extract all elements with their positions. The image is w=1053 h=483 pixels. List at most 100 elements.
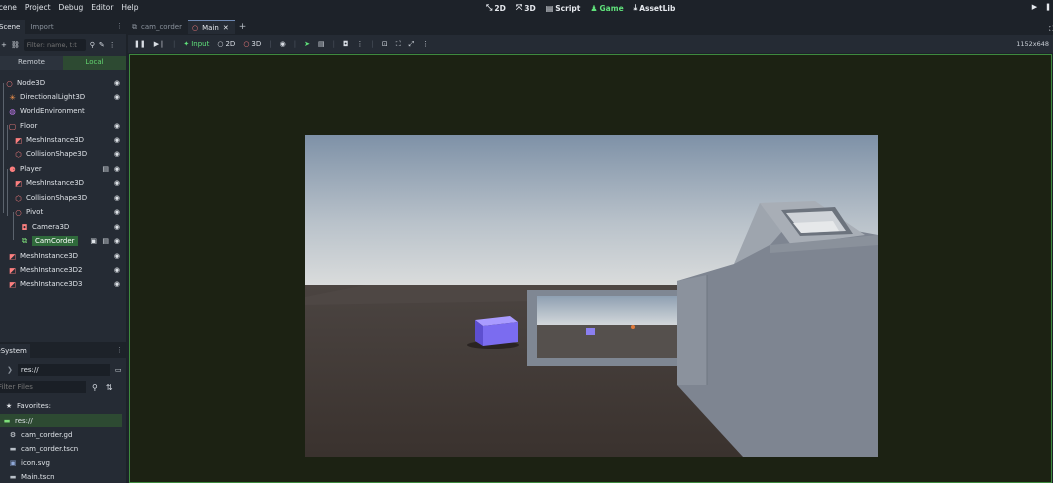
light-icon: ✳ (9, 92, 16, 102)
more-options-icon[interactable]: ⋮ (357, 40, 364, 48)
menu-help[interactable]: Help (121, 3, 138, 12)
link-icon[interactable]: ⛓ (11, 41, 20, 49)
select-2d-toggle[interactable]: ○ 2D (217, 40, 235, 48)
pause-icon[interactable]: ❚❚ (134, 40, 146, 48)
tree-node[interactable]: ○ Pivot ◉ (0, 205, 126, 219)
mode-game-button[interactable]: ♟ Game (590, 3, 623, 13)
tree-node[interactable]: ◩ MeshInstance3D3 ◉ (0, 277, 126, 291)
next-frame-icon[interactable]: ▶❘ (154, 40, 165, 48)
visibility-icon[interactable]: ◉ (280, 40, 286, 48)
visibility-icon[interactable]: ◉ (114, 252, 120, 260)
menu-scene[interactable]: Scene (0, 3, 17, 12)
script-icon[interactable]: ▤ (102, 237, 109, 245)
input-toggle[interactable]: ✦ Input (183, 40, 209, 48)
filter-files-input[interactable] (0, 381, 86, 393)
pause-icon[interactable]: ❚ (1045, 3, 1051, 11)
select-3d-toggle[interactable]: ○ 3D (243, 40, 261, 48)
dock-options-icon[interactable]: ⋮ (116, 346, 123, 354)
tree-node[interactable]: ◩ MeshInstance3D ◉ (0, 133, 126, 147)
run-controls: ▶ ❚ (1032, 3, 1051, 11)
visibility-icon[interactable]: ◉ (114, 266, 120, 274)
file-item-res[interactable]: ▬ res:// (0, 414, 122, 427)
game-render[interactable] (305, 135, 878, 457)
visibility-icon[interactable]: ◉ (114, 179, 120, 187)
collision-icon: ⬡ (15, 149, 22, 159)
visibility-icon[interactable]: ◉ (114, 223, 120, 231)
mode-3d-button[interactable]: ⤧ 3D (516, 3, 536, 13)
split-view-icon[interactable]: ▭ (115, 366, 122, 374)
mode-script-button[interactable]: ▤ Script (546, 3, 581, 13)
scene-toolbar: + ⛓ ⚲ ✎ ⋮ (0, 38, 126, 52)
more-options-icon[interactable]: ⋮ (109, 41, 116, 49)
file-item[interactable]: ▬ Main.tscn (0, 470, 126, 483)
tree-node[interactable]: ⬡ CollisionShape3D ◉ (0, 191, 126, 205)
fixed-size-icon[interactable]: ⊡ (382, 40, 388, 48)
filesystem-filter-bar: ⚲ ⇅ (0, 380, 126, 394)
tab-filesystem[interactable]: FileSystem (0, 344, 30, 358)
tree-node[interactable]: ◩ MeshInstance3D ◉ (0, 176, 126, 190)
filesystem-dock: FileSystem ⋮ ❯ ▭ ⚲ ⇅ ★ Favorites: ▬ res:… (0, 344, 126, 483)
node3d-icon: ○ (15, 207, 22, 217)
select-cursor-icon[interactable]: ➤ (304, 40, 310, 48)
resolution-label: 1152x648 (1016, 40, 1049, 48)
tree-node[interactable]: ◩ MeshInstance3D ◉ (0, 249, 126, 263)
image-file-icon: ▣ (9, 458, 17, 467)
scene-instance-icon[interactable]: ▣ (90, 237, 97, 245)
tree-node[interactable]: ◩ MeshInstance3D2 ◉ (0, 263, 126, 277)
scene-filter-input[interactable] (23, 39, 86, 51)
path-input[interactable] (17, 363, 110, 376)
2d-icon: ⤡ (486, 3, 493, 12)
visibility-icon[interactable]: ◉ (114, 208, 120, 216)
file-item[interactable]: ▣ icon.svg (0, 456, 126, 469)
keep-aspect-icon[interactable]: ⛶ (396, 40, 401, 49)
fullscreen-icon[interactable]: ⛶ (1049, 25, 1053, 34)
tab-scene[interactable]: Scene (0, 20, 26, 34)
tree-node-selected[interactable]: ⧉ CamCorder ▣ ▤ ◉ (0, 234, 126, 248)
add-node-icon[interactable]: + (1, 41, 7, 49)
camera-override-icon[interactable]: ◘ (343, 40, 349, 48)
menu-debug[interactable]: Debug (59, 3, 84, 12)
game-viewport[interactable]: ⛶ (129, 25, 1053, 483)
visibility-icon[interactable]: ◉ (114, 93, 120, 101)
stretch-icon[interactable]: ⤢ (409, 40, 415, 49)
visibility-icon[interactable]: ◉ (114, 136, 120, 144)
tab-import[interactable]: Import (25, 20, 58, 34)
tree-node[interactable]: ✳ DirectionalLight3D ◉ (0, 90, 126, 104)
embed-options-icon[interactable]: ⋮ (422, 40, 429, 48)
visibility-icon[interactable]: ◉ (114, 79, 120, 87)
file-item[interactable]: ▬ cam_corder.tscn (0, 442, 126, 455)
visibility-icon[interactable]: ◉ (114, 194, 120, 202)
sort-icon[interactable]: ⇅ (106, 383, 113, 392)
file-item[interactable]: ⚙ cam_corder.gd (0, 428, 126, 441)
menu-editor[interactable]: Editor (91, 3, 113, 12)
script-icon[interactable]: ▤ (102, 165, 109, 173)
tab-main[interactable]: ○ Main ✕ (187, 20, 235, 34)
tree-node[interactable]: ○ Node3D ◉ (0, 76, 126, 90)
forward-icon[interactable]: ❯ (0, 366, 13, 374)
tree-node[interactable]: ⚈ Player ▤ ◉ (0, 162, 126, 176)
visibility-icon[interactable]: ◉ (114, 237, 120, 245)
menu-project[interactable]: Project (25, 3, 51, 12)
close-icon[interactable]: ✕ (223, 24, 229, 34)
remote-tab[interactable]: Remote (0, 56, 63, 70)
mode-assetlib-button[interactable]: ⤓ AssetLib (634, 3, 676, 13)
mesh-icon: ◩ (8, 251, 17, 261)
dock-options-icon[interactable]: ⋮ (116, 22, 123, 30)
tree-node[interactable]: ◍ WorldEnvironment (0, 104, 126, 118)
mode-2d-button[interactable]: ⤡ 2D (486, 3, 506, 13)
body-icon: ⚈ (9, 164, 16, 174)
tree-node[interactable]: ◘ Camera3D ◉ (0, 220, 126, 234)
local-tab[interactable]: Local (63, 56, 126, 70)
visibility-icon[interactable]: ◉ (114, 122, 120, 130)
list-select-icon[interactable]: ▤ (318, 40, 325, 48)
tree-node[interactable]: ⬡ CollisionShape3D ◉ (0, 147, 126, 161)
tab-cam-corder[interactable]: ⧉ cam_corder (128, 20, 188, 34)
tree-node[interactable]: ▢ Floor ◉ (0, 119, 126, 133)
visibility-icon[interactable]: ◉ (114, 280, 120, 288)
attach-script-icon[interactable]: ✎ (99, 41, 105, 49)
play-icon[interactable]: ▶ (1032, 3, 1037, 11)
visibility-icon[interactable]: ◉ (114, 150, 120, 158)
search-icon: ⚲ (92, 382, 98, 392)
add-tab-icon[interactable]: + (235, 22, 247, 32)
visibility-icon[interactable]: ◉ (114, 165, 120, 173)
